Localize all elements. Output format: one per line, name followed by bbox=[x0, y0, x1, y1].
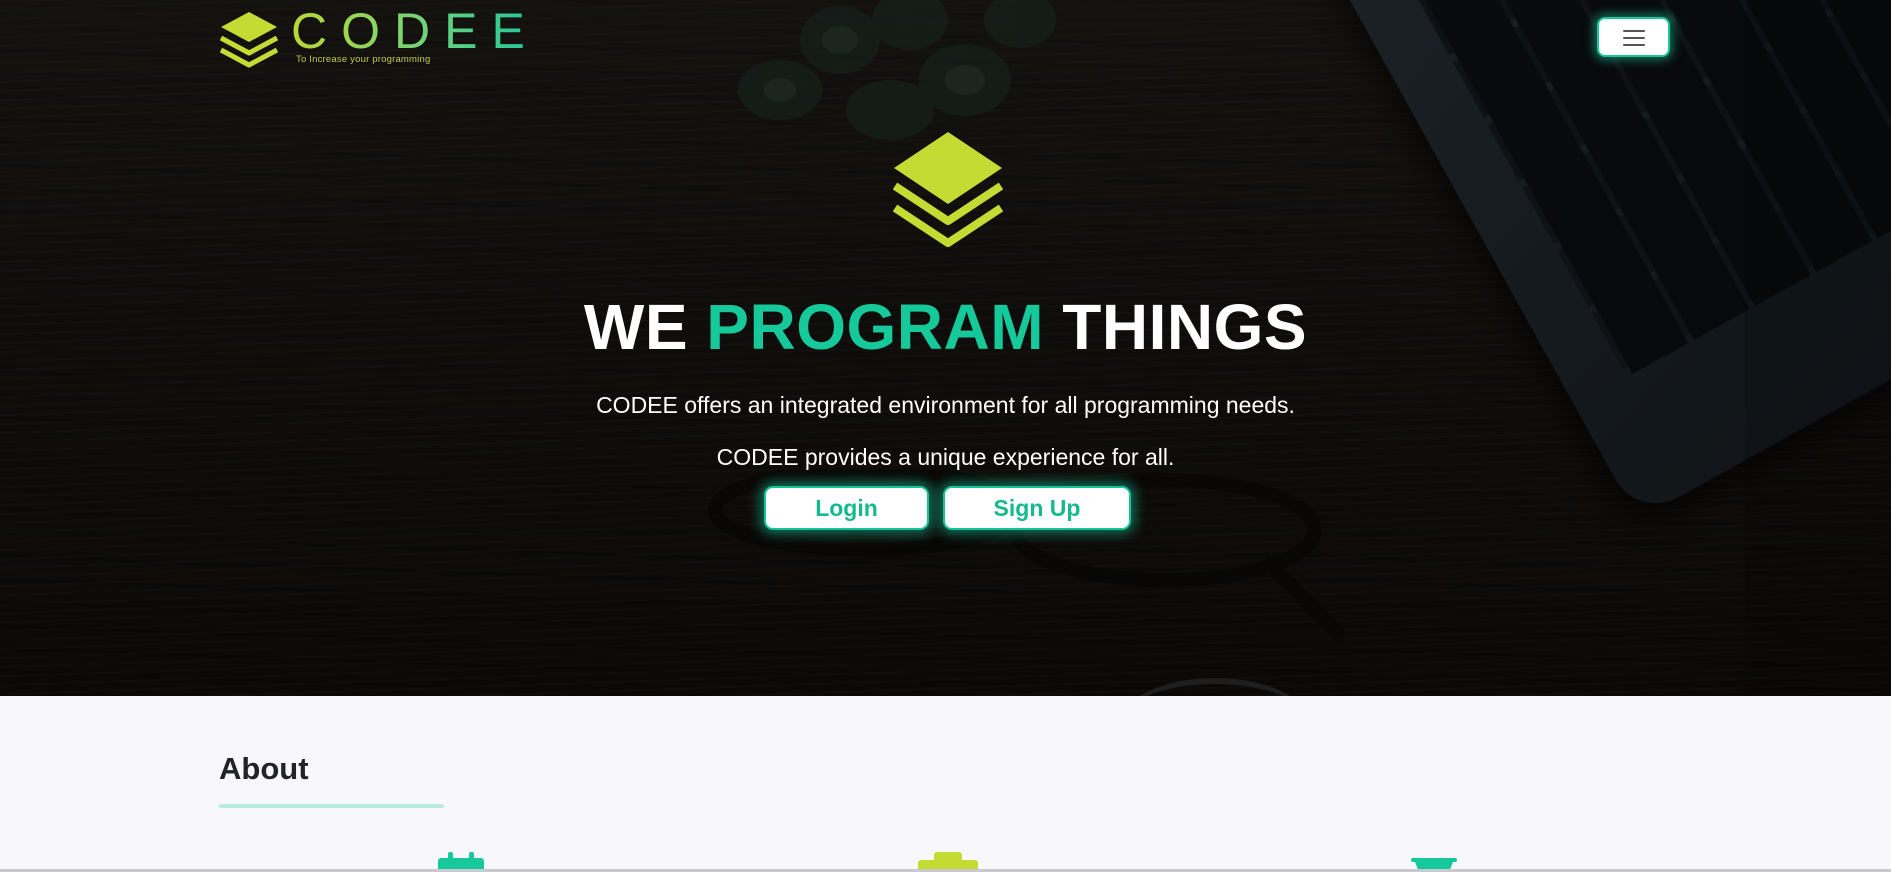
hero-title-part2: THINGS bbox=[1062, 291, 1308, 363]
brand-logo[interactable]: CODEE To Increase your programming bbox=[219, 6, 525, 68]
layers-stack-icon bbox=[219, 12, 279, 68]
login-button[interactable]: Login bbox=[764, 486, 929, 530]
hero-title-part1: WE bbox=[583, 291, 689, 363]
about-heading: About bbox=[219, 751, 309, 786]
menu-toggle-button[interactable] bbox=[1597, 17, 1670, 57]
brand-name: CODEE bbox=[291, 3, 539, 59]
hero-description-2: CODEE provides a unique experience for a… bbox=[716, 444, 1175, 470]
hero-description-1: CODEE offers an integrated environment f… bbox=[596, 392, 1295, 418]
about-underline bbox=[219, 804, 444, 808]
brand-tagline: To Increase your programming bbox=[296, 54, 431, 65]
hero-title-accent: PROGRAM bbox=[706, 291, 1045, 363]
hamburger-icon bbox=[1623, 30, 1645, 46]
layers-stack-icon bbox=[892, 132, 1004, 247]
signup-button[interactable]: Sign Up bbox=[943, 486, 1131, 530]
hero-title: WE PROGRAM THINGS bbox=[0, 288, 1891, 366]
